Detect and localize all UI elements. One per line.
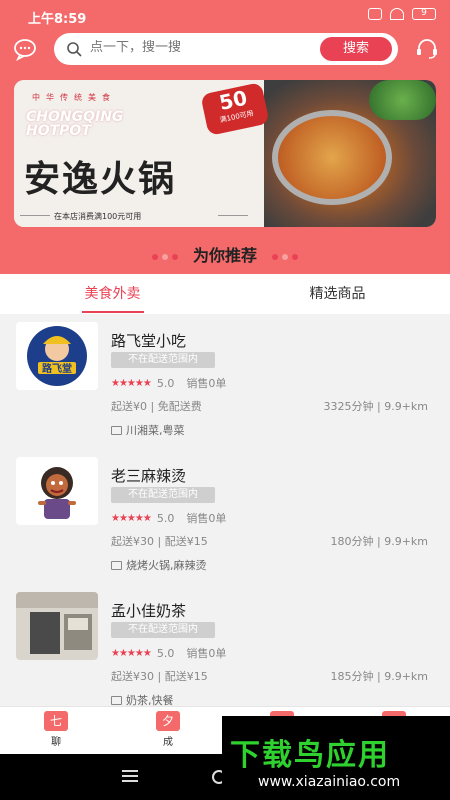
nav-second-icon: 夕 [156,711,180,731]
out-of-range-badge: 不在配送范围内 [111,487,215,503]
promo-banner[interactable]: 中华传统美食 CHONGQING HOTPOT 安逸火锅 在本店消费满100元可… [14,80,436,227]
store-logo-image [16,457,98,525]
shop-icon [111,425,122,435]
tab-active-indicator [82,311,144,313]
time-distance: 180分钟 | 9.9+km [330,535,429,548]
headset-icon[interactable] [414,36,440,62]
chat-icon[interactable] [12,36,38,62]
cuisine-row: 川湘菜,粤菜 [111,422,185,438]
status-time: 上午8:59 [28,12,87,27]
store-card[interactable]: 路飞堂 路飞堂小吃 不在配送范围内 ★★★★★ 5.0 销售0单 起送¥0 | … [0,314,450,442]
cuisine-tags: 川湘菜,粤菜 [126,424,185,437]
watermark-url: www.xiazainiao.com [258,774,401,790]
divider [218,215,248,216]
banner-note: 在本店消费满100元可用 [54,212,142,221]
rating-value: 5.0 [156,376,175,390]
battery-icon: 9 [412,8,436,20]
sales-count: 销售0单 [186,512,227,525]
recommend-header: 为你推荐 [0,238,450,274]
rating-stars: ★★★★★ [111,377,152,389]
status-bar: 上午8:59 9 [0,0,450,30]
out-of-range-badge: 不在配送范围内 [111,622,215,638]
banner-title: 安逸火锅 [24,158,177,200]
shop-icon [111,695,122,705]
rating-row: ★★★★★ 5.0 销售0单 [111,645,226,661]
rating-row: ★★★★★ 5.0 销售0单 [111,375,226,391]
rating-value: 5.0 [156,646,175,660]
banner-english-title: CHONGQING HOTPOT [26,109,124,139]
store-logo-image: 路飞堂 [16,322,98,390]
store-logo: 路飞堂 [16,322,98,390]
rating-stars: ★★★★★ [111,647,152,659]
out-of-range-badge: 不在配送范围内 [111,352,215,368]
cuisine-row: 烧烤火锅,麻辣烫 [111,557,207,573]
nav-item-chat[interactable]: 七 聊 [28,711,84,748]
sales-count: 销售0单 [186,647,227,660]
category-tabs: 美食外卖 精选商品 [0,274,450,314]
rating-value: 5.0 [156,511,175,525]
store-name: 路飞堂小吃 [111,332,187,350]
nav-chat-icon: 七 [44,711,68,731]
watermark-title: 下载鸟应用 [230,738,390,773]
search-button[interactable]: 搜索 [320,37,392,61]
nav-label: 成 [163,737,173,748]
delivery-info: 起送¥30 | 配送¥15 [111,670,208,683]
header: 搜索 [0,30,450,80]
decor-dot [151,253,158,260]
decor-dot [161,253,168,260]
nav-item-second[interactable]: 夕 成 [140,711,196,748]
shop-icon [111,560,122,570]
menu-icon[interactable] [122,770,138,782]
search-input[interactable] [90,40,310,55]
delivery-info: 起送¥30 | 配送¥15 [111,535,208,548]
vegetables-image [369,80,436,120]
store-card[interactable]: 孟小佳奶茶 不在配送范围内 ★★★★★ 5.0 销售0单 起送¥30 | 配送¥… [0,584,450,712]
store-logo [16,457,98,525]
status-icons: 9 [368,8,436,20]
tab-food-delivery[interactable]: 美食外卖 [0,274,225,314]
rating-row: ★★★★★ 5.0 销售0单 [111,510,226,526]
tab-selected-goods[interactable]: 精选商品 [225,274,450,314]
time-distance: 185分钟 | 9.9+km [330,670,429,683]
store-card[interactable]: 老三麻辣烫 不在配送范围内 ★★★★★ 5.0 销售0单 起送¥30 | 配送¥… [0,449,450,577]
delivery-info: 起送¥0 | 免配送费 [111,400,202,413]
decor-dot [282,253,289,260]
banner-subtitle: 中华传统美食 [32,93,116,102]
recommend-title: 为你推荐 [192,246,257,265]
cuisine-tags: 烧烤火锅,麻辣烫 [126,559,207,572]
sales-count: 销售0单 [186,377,227,390]
store-logo [16,592,98,660]
search-box[interactable]: 搜索 [54,33,398,65]
sim-icon [368,8,382,20]
watermark: 下载鸟应用 www.xiazainiao.com [222,716,450,800]
time-distance: 3325分钟 | 9.9+km [323,400,429,413]
system-nav-bar [0,754,226,800]
decor-dot [272,253,279,260]
decor-dot [292,253,299,260]
svg-text:路飞堂: 路飞堂 [42,362,72,375]
search-icon [67,42,82,57]
decor-dot [171,253,178,260]
rating-stars: ★★★★★ [111,512,152,524]
store-name: 孟小佳奶茶 [111,602,187,620]
store-name: 老三麻辣烫 [111,467,187,485]
nav-label: 聊 [51,737,61,748]
wifi-icon [390,8,404,20]
divider [20,215,50,216]
hotpot-pot-image [272,110,392,205]
store-logo-image [16,592,98,660]
